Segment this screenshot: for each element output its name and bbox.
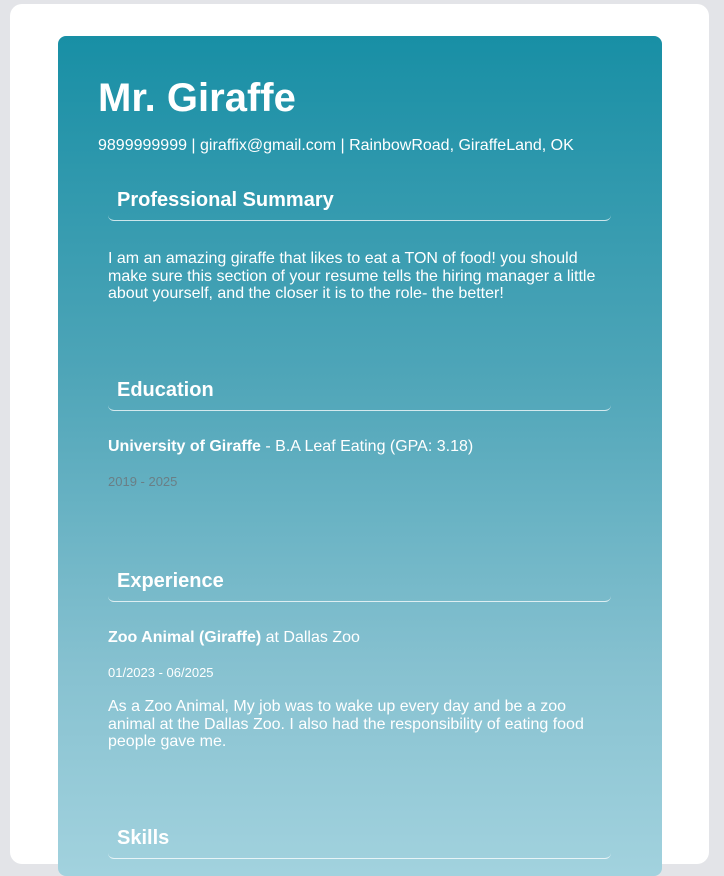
experience-dates: 01/2023 - 06/2025 (108, 665, 214, 680)
summary-heading: Professional Summary (108, 188, 611, 221)
experience-heading: Experience (108, 569, 611, 602)
contact-info: 9899999999 | giraffix@gmail.com | Rainbo… (98, 137, 574, 154)
job-role: Zoo Animal (Giraffe) (108, 629, 262, 646)
skills-heading: Skills (108, 826, 611, 859)
experience-entry: Zoo Animal (Giraffe) at Dallas Zoo (108, 628, 611, 648)
experience-description: As a Zoo Animal, My job was to wake up e… (108, 698, 584, 750)
page-card: Mr. Giraffe 9899999999 | giraffix@gmail.… (10, 4, 709, 876)
skills-section: Skills (108, 826, 611, 859)
summary-section: Professional Summary I am an amazing gir… (108, 188, 611, 303)
education-section: Education University of Giraffe - B.A Le… (108, 378, 611, 490)
job-company: at Dallas Zoo (261, 629, 360, 646)
resume-card: Mr. Giraffe 9899999999 | giraffix@gmail.… (58, 36, 662, 876)
education-entry: University of Giraffe - B.A Leaf Eating … (108, 437, 611, 457)
education-heading: Education (108, 378, 611, 411)
education-dates: 2019 - 2025 (108, 474, 178, 489)
school-name: University of Giraffe (108, 438, 261, 455)
resume-name: Mr. Giraffe (98, 76, 296, 120)
summary-text: I am an amazing giraffe that likes to ea… (108, 250, 596, 302)
degree-text: - B.A Leaf Eating (GPA: 3.18) (260, 438, 474, 455)
experience-section: Experience Zoo Animal (Giraffe) at Dalla… (108, 569, 611, 751)
